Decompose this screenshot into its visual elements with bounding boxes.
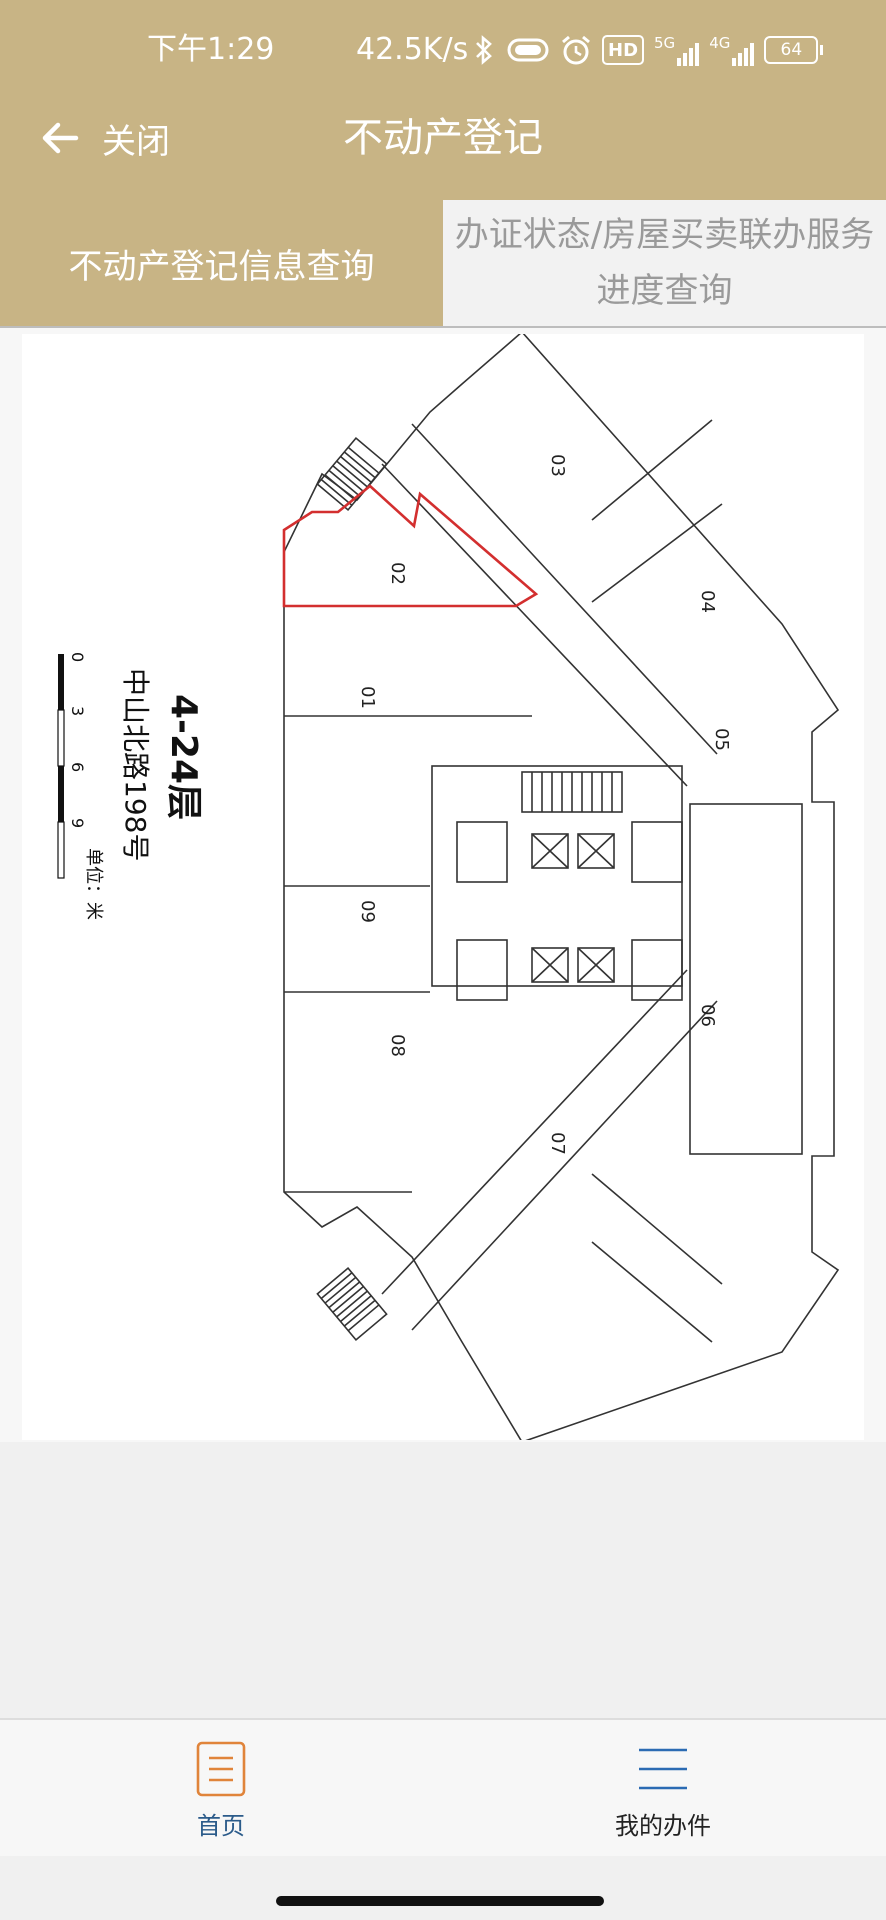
home-indicator[interactable] — [276, 1896, 604, 1906]
nav-home[interactable]: 首页 — [121, 1740, 321, 1841]
core-room-c — [456, 939, 508, 1001]
stair-bottom — [316, 1267, 388, 1341]
tab-registration-info-query[interactable]: 不动产登记信息查询 — [0, 200, 443, 326]
unit-label-09: 09 — [357, 900, 378, 923]
signal-4g-icon: 4G — [709, 34, 755, 66]
floor-label: 4-24层 — [163, 694, 204, 820]
address-label: 中山北路198号 — [119, 668, 152, 861]
unit-text: 单位：米 — [83, 848, 104, 920]
signal-5g-icon: 5G — [654, 34, 700, 66]
unit-label-03: 03 — [547, 454, 568, 477]
status-icons: HD 5G 4G 64 — [472, 30, 824, 70]
unit-label-07: 07 — [547, 1132, 568, 1155]
battery-level: 64 — [764, 36, 819, 64]
core-room-a — [456, 821, 508, 883]
core-stair-lines — [531, 772, 613, 812]
unit-label-04: 04 — [697, 590, 718, 613]
status-net-speed: 42.5K/s — [356, 32, 469, 67]
scale-tick-0: 0 — [68, 652, 87, 662]
scale-tick-9: 9 — [68, 818, 87, 828]
scale-tick-3: 3 — [68, 706, 87, 716]
page-title: 不动产登记 — [343, 115, 543, 161]
menu-lines-icon — [639, 1748, 687, 1790]
app-header: 下午1:29 42.5K/s HD 5G 4G 64 关闭 不动产登记 — [0, 0, 886, 200]
core-frame — [431, 765, 683, 987]
scale-tick-6: 6 — [68, 762, 87, 772]
nav-my-cases-label: 我的办件 — [615, 1812, 711, 1840]
vibrate-icon — [507, 38, 549, 62]
core-room-b — [631, 821, 683, 883]
unit-label-05: 05 — [711, 728, 732, 751]
scale-bar: 0 3 6 9 — [57, 652, 87, 879]
nav-home-label: 首页 — [197, 1812, 245, 1840]
partition-lines — [284, 419, 723, 1343]
signal-5g-label: 5G — [654, 34, 676, 52]
signal-4g-label: 4G — [709, 34, 731, 52]
unit-label-06: 06 — [697, 1004, 718, 1027]
unit-label-08: 08 — [387, 1034, 408, 1057]
unit-05-box — [689, 803, 803, 1155]
nav-my-cases[interactable]: 我的办件 — [563, 1740, 763, 1841]
floor-plan[interactable]: 03 02 04 01 05 09 06 08 07 4-24层 中山北路198… — [22, 334, 864, 1440]
tab-progress-query[interactable]: 办证状态/房屋买卖联办服务进度查询 — [443, 200, 886, 326]
document-list-icon — [196, 1741, 246, 1797]
bottom-nav: 首页 我的办件 — [0, 1718, 886, 1856]
status-time: 下午1:29 — [147, 32, 275, 67]
alarm-icon — [562, 35, 590, 65]
core-room-d — [631, 939, 683, 1001]
unit-label-01: 01 — [357, 686, 378, 709]
floor-plan-drawing: 03 02 04 01 05 09 06 08 07 4-24层 中山北路198… — [57, 334, 840, 1440]
building-outline — [283, 334, 840, 1440]
battery-icon: 64 — [764, 36, 824, 64]
hd-icon: HD — [602, 35, 645, 65]
query-tabs: 不动产登记信息查询 办证状态/房屋买卖联办服务进度查询 — [0, 200, 886, 326]
unit-02-highlight — [282, 484, 539, 608]
bluetooth-icon — [476, 35, 492, 65]
unit-label-02: 02 — [387, 562, 408, 585]
